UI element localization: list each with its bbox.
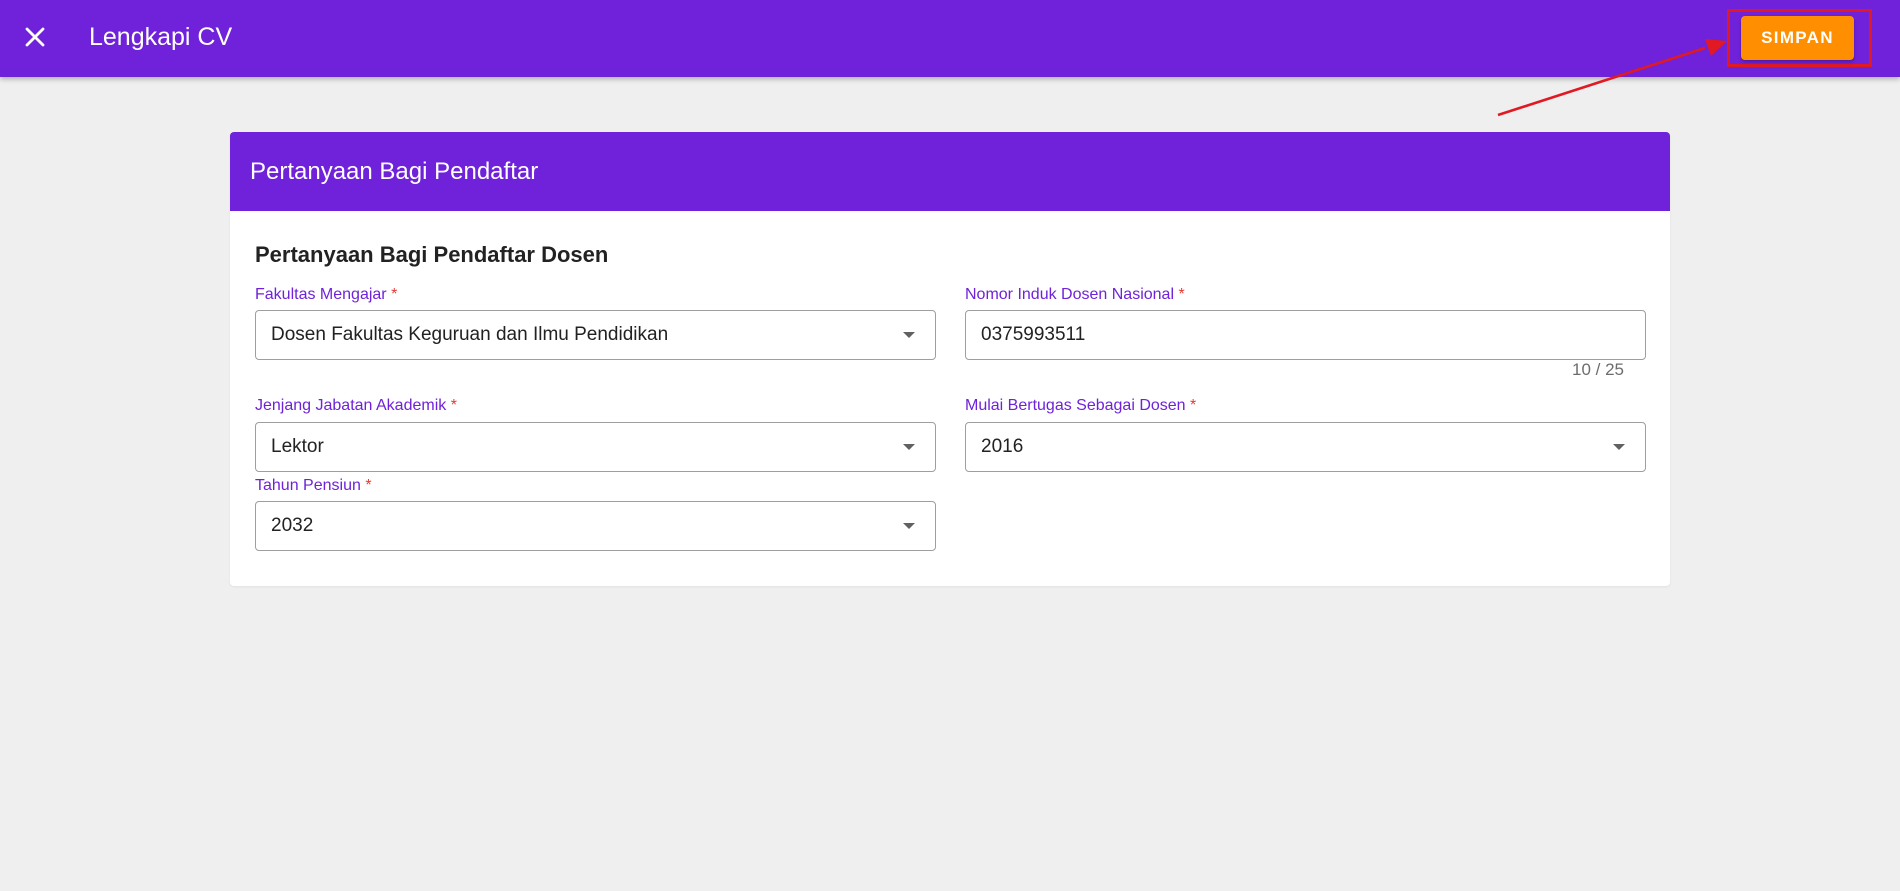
- mulai-label: Mulai Bertugas Sebagai Dosen *: [965, 397, 1197, 414]
- required-mark: *: [1178, 286, 1185, 303]
- pensiun-select[interactable]: 2032: [255, 501, 936, 551]
- nidn-input[interactable]: [981, 324, 1625, 346]
- dropdown-caret-icon: [1613, 444, 1625, 450]
- mulai-select[interactable]: 2016: [965, 422, 1646, 472]
- dropdown-caret-icon: [903, 444, 915, 450]
- app-bar: Lengkapi CV SIMPAN: [0, 0, 1900, 77]
- nidn-label: Nomor Induk Dosen Nasional *: [965, 286, 1185, 303]
- required-mark: *: [391, 286, 398, 303]
- card-header: Pertanyaan Bagi Pendaftar: [230, 132, 1670, 211]
- fakultas-value: Dosen Fakultas Keguruan dan Ilmu Pendidi…: [271, 324, 669, 345]
- dropdown-caret-icon: [903, 332, 915, 338]
- pensiun-value: 2032: [271, 515, 314, 536]
- jabatan-value: Lektor: [271, 436, 324, 457]
- fakultas-label: Fakultas Mengajar *: [255, 286, 398, 303]
- required-mark: *: [365, 477, 372, 494]
- section-title: Pertanyaan Bagi Pendaftar Dosen: [255, 242, 609, 267]
- close-button[interactable]: [18, 20, 52, 54]
- applicant-questions-card: Pertanyaan Bagi Pendaftar Pertanyaan Bag…: [230, 132, 1670, 586]
- save-button[interactable]: SIMPAN: [1741, 16, 1854, 60]
- dropdown-caret-icon: [903, 523, 915, 529]
- required-mark: *: [450, 397, 457, 414]
- required-mark: *: [1190, 397, 1197, 414]
- page-title: Lengkapi CV: [89, 23, 233, 51]
- fakultas-select[interactable]: Dosen Fakultas Keguruan dan Ilmu Pendidi…: [255, 310, 936, 360]
- pensiun-label: Tahun Pensiun *: [255, 477, 372, 494]
- jabatan-label: Jenjang Jabatan Akademik *: [255, 397, 457, 414]
- nidn-char-counter: 10 / 25: [1572, 360, 1624, 379]
- jabatan-select[interactable]: Lektor: [255, 422, 936, 472]
- mulai-value: 2016: [981, 436, 1024, 457]
- close-icon: [25, 27, 45, 47]
- nidn-field[interactable]: [965, 310, 1646, 360]
